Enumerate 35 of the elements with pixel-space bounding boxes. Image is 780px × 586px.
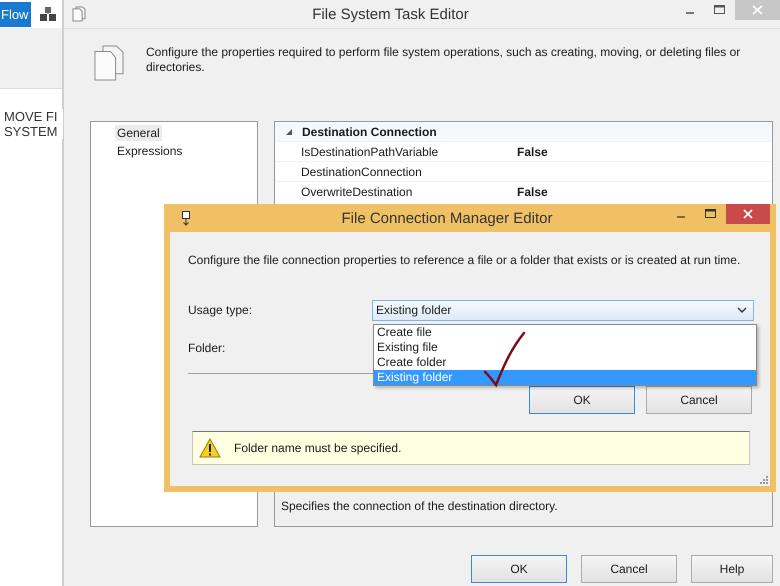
nav-item[interactable]: Expressions	[115, 143, 184, 159]
document-icon	[72, 6, 86, 22]
description-text: Configure the file connection properties to reference a file or a folder that exists or is created at run time.	[188, 252, 742, 269]
plug-icon	[180, 210, 192, 226]
dropdown-option[interactable]: Create folder	[374, 355, 756, 370]
dialog-button[interactable]: Cancel	[581, 555, 677, 583]
warning-text: Folder name must be specified.	[234, 441, 402, 455]
close-icon	[735, 0, 780, 20]
window-title: File System Task Editor	[311, 6, 470, 22]
property-value: False	[517, 184, 548, 198]
description-text: Configure the properties required to perform file system operations, such as creating, moving, or deleting files or directories.	[146, 45, 742, 76]
dialog-button[interactable]: Help	[691, 555, 773, 583]
dropdown-option[interactable]: Existing file	[374, 340, 756, 355]
dropdown-option[interactable]: Create file	[374, 325, 756, 340]
warning-icon	[199, 438, 221, 458]
close-icon	[726, 204, 770, 224]
usage-type-dropdown[interactable]: Existing folder	[372, 300, 754, 320]
category-label: Destination Connection	[302, 124, 437, 138]
field-label: Folder:	[188, 341, 226, 355]
resize-grip-icon	[760, 476, 768, 484]
boxes-icon	[39, 6, 58, 22]
dialog-title: File Connection Manager Editor	[340, 210, 554, 226]
dialog-button[interactable]: Cancel	[646, 386, 752, 414]
nav-item[interactable]: General	[115, 125, 162, 141]
chevron-down-icon	[737, 307, 747, 313]
checkmark-annotation	[482, 330, 528, 388]
dialog-button[interactable]: OK	[471, 555, 567, 583]
minimize-icon	[677, 216, 685, 218]
minimize-icon	[686, 12, 694, 14]
documents-icon	[94, 45, 124, 81]
field-label: Usage type:	[188, 303, 254, 317]
property-value: False	[517, 144, 548, 158]
help-text: Specifies the connection of the destination directory.	[281, 499, 559, 513]
dialog-button[interactable]: OK	[529, 386, 635, 414]
flow-tab[interactable]: Flow	[0, 2, 32, 26]
